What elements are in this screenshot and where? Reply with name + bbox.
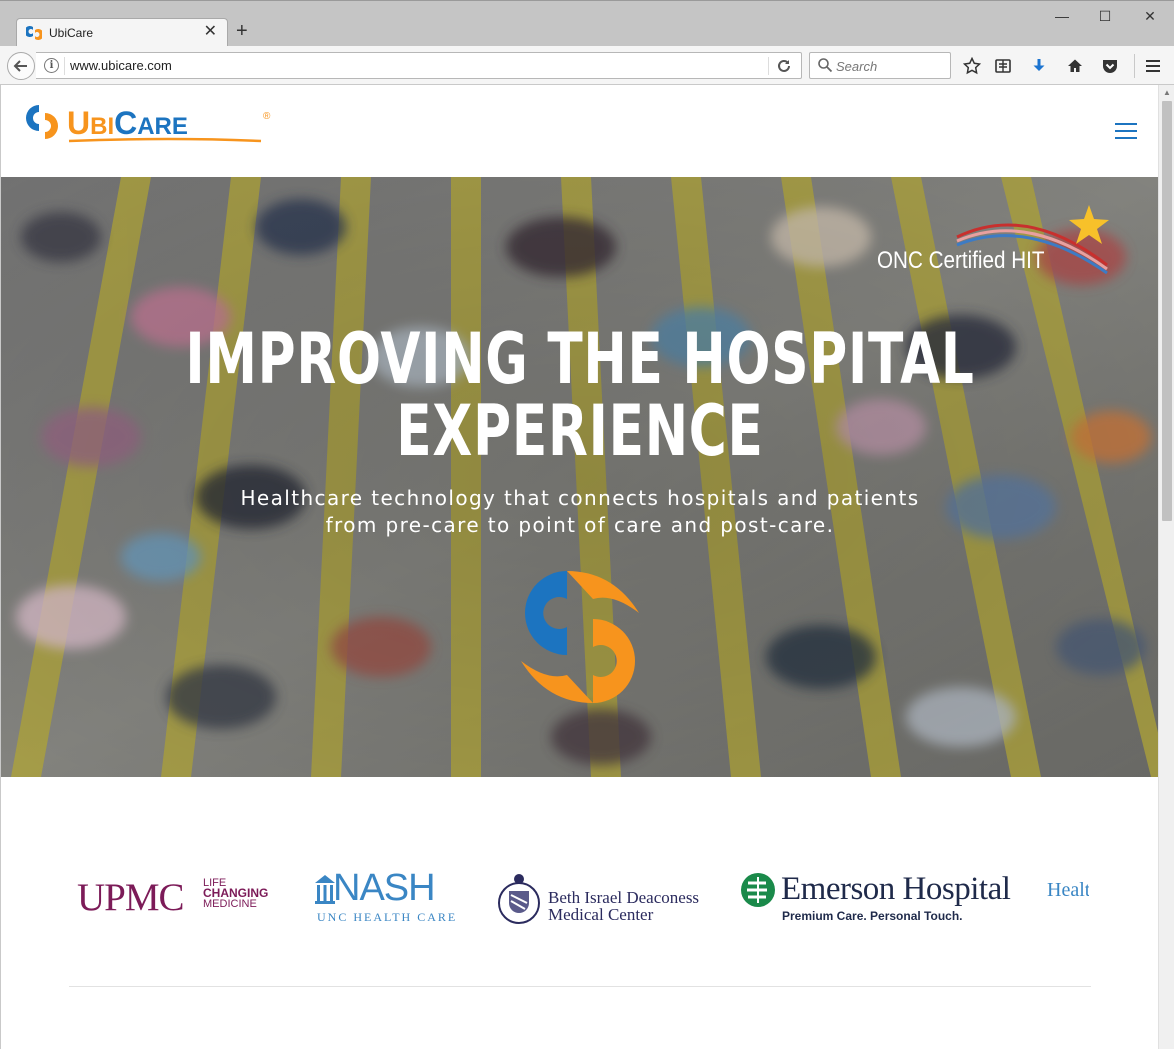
- close-window-button[interactable]: ✕: [1141, 7, 1159, 25]
- hero-banner: ONC Certified HIT IMPROVING THE HOSPITAL…: [1, 177, 1158, 777]
- hero-subtitle: Healthcare technology that connects hosp…: [1, 485, 1158, 539]
- site-info-icon[interactable]: i: [44, 58, 59, 73]
- logo-letters-are: ARE: [137, 113, 188, 140]
- partial-health-wordmark: Healt: [1047, 879, 1089, 901]
- browser-navbar: i www.ubicare.com: [0, 46, 1174, 85]
- bookmark-star-icon[interactable]: [961, 55, 983, 77]
- address-bar[interactable]: i www.ubicare.com: [36, 52, 802, 79]
- browser-titlebar: UbiCare ✕ + — ☐ ✕: [0, 0, 1174, 47]
- hero-title-line-1: IMPROVING THE HOSPITAL: [185, 318, 975, 400]
- search-box[interactable]: [809, 52, 951, 79]
- web-page: UBICARE ® ONC Certified HIT IMPROVING TH…: [0, 85, 1158, 1049]
- emerson-e-leaf-icon: [741, 873, 775, 907]
- logo-letter-c: C: [114, 105, 137, 141]
- toolbar-divider: [1134, 54, 1135, 78]
- ubicare-logo[interactable]: UBICARE ®: [21, 101, 281, 161]
- onc-certified-text: ONC Certified HIT: [877, 247, 1045, 274]
- scroll-thumb[interactable]: [1162, 101, 1172, 521]
- bidmc-line-2: Medical Center: [548, 905, 654, 924]
- section-divider: [69, 986, 1091, 987]
- upmc-wordmark: UPMC: [77, 876, 185, 919]
- bidmc-shield-seal-icon: [498, 874, 540, 924]
- logo-letter-u: U: [67, 105, 90, 141]
- onc-certified-badge: ONC Certified HIT: [877, 203, 1127, 283]
- tab-close-icon[interactable]: ✕: [204, 23, 217, 41]
- ubicare-mark-icon: [521, 571, 639, 703]
- hero-subtitle-line-2: from pre-care to point of care and post-…: [325, 513, 835, 537]
- scroll-up-arrow-icon[interactable]: ▲: [1163, 88, 1171, 97]
- ubicare-favicon-icon: [26, 26, 42, 40]
- emerson-tagline: Premium Care. Personal Touch.: [782, 909, 963, 923]
- search-icon: [818, 58, 833, 73]
- back-button[interactable]: [7, 52, 35, 80]
- nash-wordmark: NASH: [333, 867, 436, 909]
- search-input[interactable]: [836, 57, 946, 75]
- tab-title: UbiCare: [49, 26, 94, 40]
- emerson-wordmark: Emerson Hospital: [781, 871, 1011, 907]
- logo-letters-bi: BI: [90, 113, 114, 140]
- reload-separator: [768, 57, 769, 75]
- pocket-icon[interactable]: [1099, 55, 1121, 77]
- hero-title: IMPROVING THE HOSPITAL EXPERIENCE: [1, 323, 1158, 467]
- back-arrow-icon: [13, 60, 27, 72]
- new-tab-button[interactable]: +: [236, 20, 248, 42]
- nash-subtitle: UNC HEALTH CARE: [317, 910, 458, 924]
- upmc-tagline: LIFE CHANGING MEDICINE: [203, 877, 269, 910]
- partner-logos-carousel: UPMC LIFE CHANGING MEDICINE NASH UNC HEA…: [71, 845, 1089, 945]
- url-separator: [64, 57, 65, 75]
- maximize-button[interactable]: ☐: [1096, 7, 1114, 25]
- minimize-button[interactable]: —: [1053, 7, 1071, 25]
- svg-text:UBICARE: UBICARE: [67, 105, 188, 141]
- page-scrollbar[interactable]: ▲: [1158, 85, 1174, 1049]
- url-text[interactable]: www.ubicare.com: [70, 58, 172, 73]
- browser-tab[interactable]: UbiCare ✕: [16, 18, 228, 47]
- logo-registered-mark: ®: [263, 111, 271, 122]
- reading-list-icon[interactable]: [992, 55, 1014, 77]
- reload-icon[interactable]: [776, 58, 792, 74]
- menu-icon[interactable]: [1142, 55, 1164, 77]
- site-header: UBICARE ®: [1, 85, 1158, 177]
- hamburger-menu-icon[interactable]: [1115, 123, 1137, 140]
- hero-title-line-2: EXPERIENCE: [396, 390, 764, 472]
- download-icon[interactable]: [1028, 55, 1050, 77]
- hero-subtitle-line-1: Healthcare technology that connects hosp…: [240, 486, 920, 510]
- home-icon[interactable]: [1064, 55, 1086, 77]
